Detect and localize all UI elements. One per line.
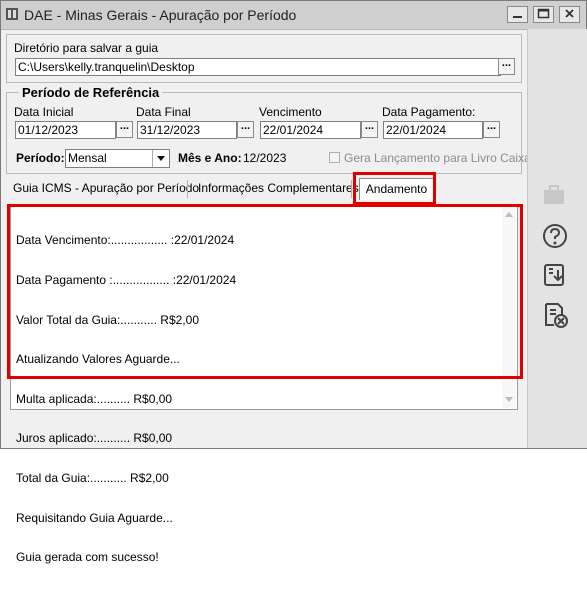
close-icon: [565, 9, 574, 18]
data-inicial-button[interactable]: ...: [116, 121, 133, 138]
log-line: Guia gerada com sucesso!: [16, 550, 159, 565]
reference-period-title: Período de Referência: [19, 85, 163, 100]
data-pagamento-label: Data Pagamento:: [382, 105, 476, 119]
cancel-document-icon[interactable]: [541, 301, 569, 329]
help-icon[interactable]: [541, 222, 569, 250]
periodo-value: Mensal: [68, 151, 107, 165]
reference-period-panel: Período de Referência Data Inicial 01/12…: [6, 85, 537, 174]
directory-label: Diretório para salvar a guia: [14, 41, 159, 55]
minimize-icon: [513, 16, 522, 18]
periodo-dropdown-button[interactable]: [152, 150, 169, 167]
progress-log-highlight: [7, 204, 523, 379]
action-sidebar: [527, 29, 587, 448]
directory-browse-button[interactable]: ...: [498, 58, 515, 75]
briefcase-icon[interactable]: [541, 183, 567, 207]
periodo-select[interactable]: Mensal: [65, 149, 170, 168]
vencimento-label: Vencimento: [259, 105, 322, 119]
data-pagamento-field[interactable]: 22/01/2024: [383, 121, 483, 139]
scroll-down-icon[interactable]: [502, 392, 516, 406]
maximize-icon: [537, 8, 550, 19]
data-pagamento-button[interactable]: ...: [483, 121, 500, 138]
minimize-button[interactable]: [507, 6, 528, 23]
dae-window: DAE - Minas Gerais - Apuração por Períod…: [0, 0, 587, 564]
log-line: Multa aplicada:.......... R$0,00: [16, 391, 173, 406]
window-title: DAE - Minas Gerais - Apuração por Períod…: [24, 7, 297, 23]
tab-divider: [187, 180, 188, 198]
mes-ano-label: Mês e Ano:: [178, 151, 242, 165]
tab-informacoes-complementares[interactable]: Informações Complementares: [198, 178, 359, 200]
data-final-field[interactable]: 31/12/2023: [137, 121, 237, 139]
vencimento-button[interactable]: ...: [361, 121, 378, 138]
data-final-button[interactable]: ...: [237, 121, 254, 138]
log-line: Juros aplicado:.......... R$0,00: [16, 431, 173, 446]
data-inicial-label: Data Inicial: [14, 105, 74, 119]
close-button[interactable]: [559, 6, 580, 23]
vencimento-field[interactable]: 22/01/2024: [260, 121, 361, 139]
livro-caixa-label: Gera Lançamento para Livro Caixa?: [344, 151, 538, 165]
directory-panel: Diretório para salvar a guia C:\Users\ke…: [6, 34, 522, 83]
tab-divider: [351, 180, 352, 198]
andamento-tab-highlight: [353, 172, 436, 205]
title-bar: DAE - Minas Gerais - Apuração por Períod…: [1, 1, 586, 30]
chevron-down-icon: [157, 156, 165, 161]
log-line: Total da Guia:........... R$2,00: [16, 471, 169, 486]
mes-ano-value: 12/2023: [243, 151, 287, 165]
directory-input[interactable]: C:\Users\kelly.tranquelin\Desktop: [15, 58, 501, 76]
data-final-label: Data Final: [136, 105, 191, 119]
app-icon: [6, 8, 18, 20]
download-report-icon[interactable]: [541, 261, 569, 289]
maximize-button[interactable]: [533, 6, 554, 23]
log-line: Requisitando Guia Aguarde...: [16, 510, 173, 525]
data-inicial-field[interactable]: 01/12/2023: [15, 121, 116, 139]
periodo-label: Período:: [16, 151, 65, 165]
tab-strip: Guia ICMS - Apuração por Período Informa…: [6, 178, 522, 202]
tab-guia-icms[interactable]: Guia ICMS - Apuração por Período: [13, 178, 199, 200]
livro-caixa-checkbox[interactable]: [329, 152, 340, 163]
